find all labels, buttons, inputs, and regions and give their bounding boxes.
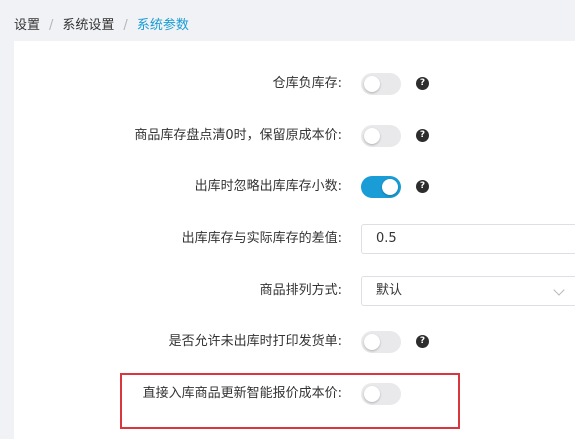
question-circle-icon[interactable]: ? bbox=[416, 129, 429, 142]
setting-stock-diff: 出库库存与实际库存的差值: 0.5 bbox=[14, 224, 575, 254]
question-circle-icon[interactable]: ? bbox=[416, 77, 429, 90]
toggle-knob bbox=[364, 334, 380, 350]
print-before-outbound-toggle[interactable] bbox=[361, 331, 401, 353]
chevron-down-icon bbox=[553, 284, 565, 296]
toggle-knob bbox=[382, 179, 398, 195]
setting-label: 是否允许未出库时打印发货单: bbox=[168, 334, 342, 349]
toggle-knob bbox=[364, 128, 380, 144]
setting-label: 出库时忽略出库库存小数: bbox=[194, 179, 342, 194]
setting-label: 商品排列方式: bbox=[259, 283, 342, 298]
setting-negative-stock: 仓库负库存: ? bbox=[14, 69, 575, 99]
question-circle-icon[interactable]: ? bbox=[416, 335, 429, 348]
setting-keep-cost: 商品库存盘点清0时，保留原成本价: ? bbox=[14, 121, 575, 151]
setting-label: 商品库存盘点清0时，保留原成本价: bbox=[134, 128, 342, 143]
setting-sort-method: 商品排列方式: 默认 bbox=[14, 276, 575, 306]
sort-method-select[interactable]: 默认 bbox=[361, 276, 575, 306]
ignore-decimals-toggle[interactable] bbox=[361, 176, 401, 198]
negative-stock-toggle[interactable] bbox=[361, 73, 401, 95]
setting-label: 出库库存与实际库存的差值: bbox=[181, 231, 342, 246]
breadcrumb-separator: / bbox=[49, 18, 54, 33]
setting-ignore-decimals: 出库时忽略出库库存小数: ? bbox=[14, 172, 575, 202]
question-circle-icon[interactable]: ? bbox=[416, 180, 429, 193]
toggle-knob bbox=[364, 76, 380, 92]
highlight-box bbox=[120, 373, 460, 429]
breadcrumb-system-settings[interactable]: 系统设置 bbox=[62, 18, 114, 33]
breadcrumb-separator: / bbox=[123, 18, 128, 33]
breadcrumb-current: 系统参数 bbox=[136, 18, 189, 33]
select-value: 默认 bbox=[376, 283, 403, 298]
setting-print-before-outbound: 是否允许未出库时打印发货单: ? bbox=[14, 327, 575, 357]
breadcrumb-settings[interactable]: 设置 bbox=[14, 18, 40, 33]
stock-diff-input[interactable]: 0.5 bbox=[361, 224, 575, 254]
keep-cost-toggle[interactable] bbox=[361, 125, 401, 147]
breadcrumb: 设置 / 系统设置 / 系统参数 bbox=[14, 14, 189, 33]
setting-label: 仓库负库存: bbox=[272, 76, 342, 91]
